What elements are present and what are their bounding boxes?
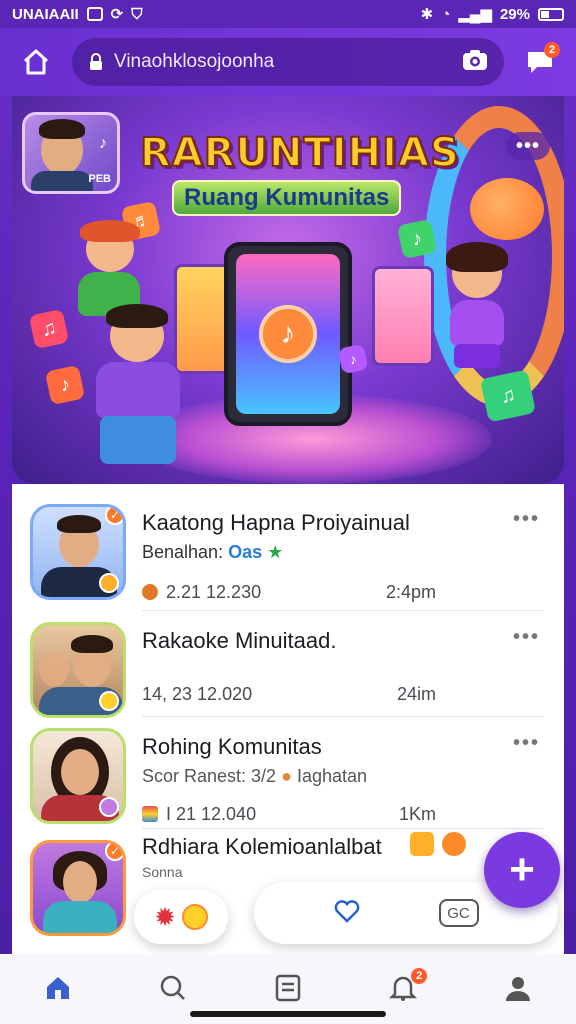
music-note-icon: ♪	[44, 364, 86, 406]
more-options-button[interactable]: •••	[506, 132, 550, 160]
list-item[interactable]: Rakaoke Minuitaad. 14, 23 12.020 24im ••…	[12, 602, 564, 718]
heart-icon: ●	[281, 766, 292, 786]
sync-icon: ⟳	[110, 6, 124, 23]
tab-feed[interactable]	[264, 968, 312, 1008]
battery-percent: 29%	[499, 5, 530, 23]
avatar[interactable]: ✓	[30, 504, 126, 600]
post-more-button[interactable]: •••	[513, 508, 540, 531]
host-avatar[interactable]: ♪ PEB	[22, 112, 120, 194]
bluetooth-icon: ✱	[420, 6, 434, 23]
tab-search[interactable]	[149, 968, 197, 1008]
post-meta: 2.21 12.230	[142, 582, 261, 603]
status-dot-icon	[99, 797, 119, 817]
list-item[interactable]: Rohing Komunitas Scor Ranest: 3/2 ● Iagh…	[12, 708, 564, 824]
sim-icon	[86, 7, 103, 21]
gift-icon	[410, 832, 434, 856]
burst-icon: ✹	[154, 901, 176, 932]
post-subtitle: Benalhan: Oas ★	[142, 542, 284, 562]
clock-icon	[142, 584, 158, 600]
top-bar: Vinaohklosojoonha 2	[0, 28, 576, 96]
post-more-button[interactable]: •••	[513, 626, 540, 649]
tab-notifications[interactable]: 2	[379, 968, 428, 1008]
battery-icon	[538, 7, 564, 21]
camera-icon	[463, 49, 487, 70]
mascot-illustration	[470, 178, 544, 240]
post-time: 24im	[396, 684, 436, 704]
post-meta: 14, 23 12.020	[142, 684, 253, 704]
music-note-icon: ♪	[337, 343, 369, 375]
home-icon	[46, 977, 69, 999]
carrier-label: UNAIAAII	[12, 5, 79, 23]
post-time: 2:4pm	[385, 582, 436, 602]
camera-button[interactable]	[462, 49, 488, 76]
post-title: Rohing Komunitas	[142, 734, 322, 759]
home-icon	[23, 49, 49, 75]
coin-icon	[442, 832, 466, 856]
lock-icon	[90, 53, 102, 70]
post-highlight: Iaghatan	[296, 766, 368, 786]
list-icon	[275, 974, 301, 1002]
post-title: Rdhiara Kolemioanlalbat	[142, 834, 382, 859]
coin-icon	[181, 904, 208, 930]
create-post-button[interactable]: +	[484, 832, 560, 908]
avatar[interactable]: ✓	[30, 840, 126, 936]
person-icon	[506, 977, 531, 1001]
home-button[interactable]	[14, 40, 58, 84]
plus-icon: +	[509, 845, 535, 894]
status-dot-icon	[99, 573, 119, 593]
post-subtitle: Scor Ranest: 3/2 ● Iaghatan	[142, 766, 368, 786]
shield-icon: ⛉	[131, 5, 143, 23]
more-dots-icon: •••	[515, 134, 540, 157]
kid-illustration	[86, 304, 196, 474]
sparkle-icon: ★	[267, 542, 284, 562]
home-indicator	[190, 1011, 386, 1017]
post-highlight: Oas	[228, 542, 263, 562]
search-bar[interactable]: Vinaohklosojoonha	[72, 38, 504, 86]
post-title: Kaatong Hapna Proiyainual	[142, 510, 410, 535]
signal-icon: ▂▄▆	[458, 6, 492, 23]
live-badge-icon: ✓	[105, 843, 123, 861]
wifi-icon: ◔	[441, 5, 451, 23]
search-text: Vinaohklosojoonha	[114, 51, 275, 72]
notification-badge: 2	[411, 968, 428, 984]
avatar[interactable]	[30, 728, 126, 824]
tab-home[interactable]	[34, 968, 82, 1008]
post-title: Rakaoke Minuitaad.	[142, 628, 337, 653]
avatar[interactable]	[30, 622, 126, 718]
heart-icon	[334, 899, 359, 923]
post-subtitle: Sonna	[142, 864, 183, 880]
gc-button[interactable]: GC	[438, 899, 479, 927]
search-icon	[160, 975, 185, 1000]
kid-illustration	[432, 242, 522, 392]
messages-button[interactable]: 2	[518, 40, 562, 84]
live-badge-icon: ✓	[105, 507, 123, 525]
phone-illustration: ♪	[224, 242, 352, 426]
hero-subtitle: Ruang Kumunitas	[172, 180, 402, 216]
post-more-button[interactable]: •••	[513, 732, 540, 755]
avatar-caption: PEB	[88, 173, 111, 185]
list-item[interactable]: ✓ Kaatong Hapna Proiyainual Benalhan: Oa…	[12, 484, 564, 602]
hero-title: RARUNTIHIAS	[139, 129, 460, 177]
reaction-pill[interactable]: ✹	[134, 890, 228, 944]
music-note-icon: ♪	[259, 305, 317, 363]
status-bar: UNAIAAII ⟳ ⛉ ✱ ◔ ▂▄▆ 29%	[0, 0, 576, 28]
music-note-icon: ♪	[99, 135, 107, 152]
like-button[interactable]	[334, 899, 360, 928]
side-screen-right	[372, 266, 434, 366]
hero-banner[interactable]: ♪ ♫ ♪ ♬ ♪ ♫ ♪ RARUNTIHIAS Ruang Kumunita…	[12, 96, 564, 484]
notification-badge: 2	[544, 42, 560, 58]
tab-profile[interactable]	[494, 968, 542, 1008]
